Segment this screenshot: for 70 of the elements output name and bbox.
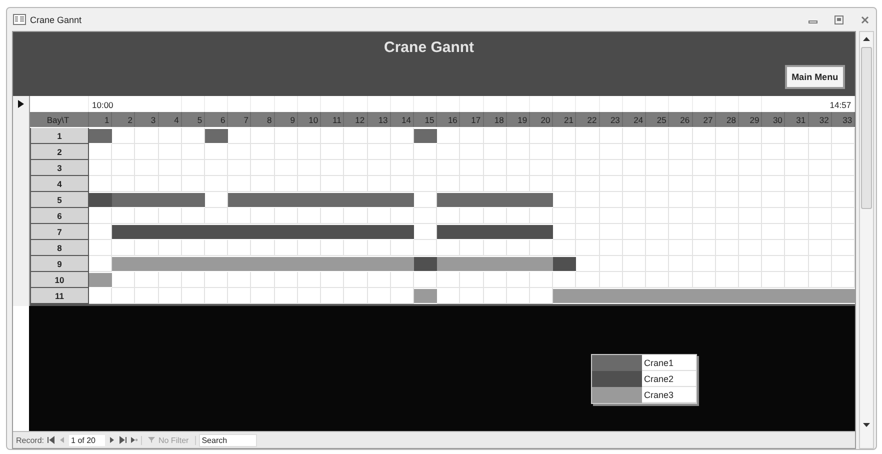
- record-selector-icon[interactable]: [18, 100, 24, 108]
- main-menu-button[interactable]: Main Menu: [784, 65, 846, 89]
- column-header: 16: [437, 112, 460, 127]
- vertical-scrollbar[interactable]: [859, 31, 874, 449]
- row-header: 7: [30, 224, 89, 240]
- column-header: 27: [692, 112, 716, 127]
- column-header: 1: [89, 112, 112, 127]
- column-header: 2: [112, 112, 136, 127]
- legend-label: Crane2: [642, 371, 696, 387]
- scrollbar-thumb[interactable]: [861, 47, 872, 209]
- window-title: Crane Gannt: [30, 14, 82, 24]
- row-header: 5: [30, 192, 89, 208]
- last-record-icon[interactable]: [119, 436, 128, 444]
- legend-label: Crane1: [642, 355, 696, 371]
- column-header: 29: [738, 112, 762, 127]
- filter-icon: [148, 436, 156, 444]
- column-header: 20: [530, 112, 554, 127]
- close-button[interactable]: [860, 14, 870, 24]
- restore-button[interactable]: [834, 14, 844, 24]
- column-header: Bay\T: [30, 112, 89, 127]
- start-time: 10:00: [91, 99, 114, 112]
- row-header: 11: [30, 288, 89, 304]
- row-header: 1: [30, 128, 89, 144]
- column-header: 25: [646, 112, 670, 127]
- legend-label: Crane3: [642, 387, 696, 403]
- column-header: 33: [832, 112, 856, 127]
- column-header: 26: [669, 112, 693, 127]
- column-header: 18: [484, 112, 507, 127]
- row-header: 8: [30, 240, 89, 256]
- column-header: 3: [135, 112, 159, 127]
- column-header: 13: [368, 112, 391, 127]
- column-header: 7: [228, 112, 252, 127]
- filter-status: No Filter: [158, 436, 189, 444]
- column-header: 6: [205, 112, 228, 127]
- column-header: 24: [622, 112, 646, 127]
- row-header: 2: [30, 144, 89, 160]
- column-header: 17: [460, 112, 484, 127]
- column-header: 10: [298, 112, 322, 127]
- column-header: 14: [390, 112, 414, 127]
- column-header: 19: [506, 112, 530, 127]
- scroll-down-icon[interactable]: [863, 423, 870, 428]
- column-header: 31: [785, 112, 809, 127]
- next-record-icon[interactable]: [108, 436, 116, 444]
- column-header: 21: [553, 112, 576, 127]
- form-title: Crane Gannt: [384, 39, 474, 56]
- column-header: 4: [158, 112, 182, 127]
- end-time: 14:57: [828, 99, 852, 112]
- new-record-icon[interactable]: [130, 436, 138, 444]
- column-header: 11: [321, 112, 344, 127]
- column-header: 8: [251, 112, 275, 127]
- column-header: 28: [716, 112, 739, 127]
- row-header: 6: [30, 208, 89, 224]
- column-header: 9: [274, 112, 298, 127]
- column-header: 12: [344, 112, 368, 127]
- column-header: 23: [600, 112, 623, 127]
- record-position-field[interactable]: 1 of 20: [69, 434, 106, 446]
- column-header: 5: [182, 112, 206, 127]
- first-record-icon[interactable]: [47, 436, 56, 444]
- row-header: 3: [30, 160, 89, 176]
- column-header: 15: [414, 112, 438, 127]
- row-header: 10: [30, 272, 89, 288]
- column-header: 32: [808, 112, 832, 127]
- scroll-up-icon[interactable]: [863, 36, 870, 41]
- column-header: 22: [576, 112, 600, 127]
- record-label: Record:: [16, 436, 44, 444]
- row-header: 9: [30, 256, 89, 272]
- row-header: 4: [30, 176, 89, 192]
- column-header: 30: [762, 112, 786, 127]
- form-icon: [13, 14, 26, 25]
- search-field[interactable]: Search: [198, 434, 257, 446]
